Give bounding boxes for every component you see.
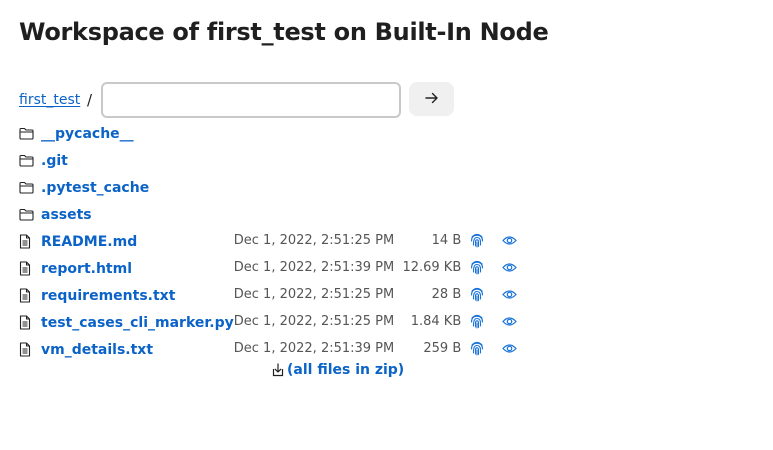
- page-title: Workspace of first_test on Built-In Node: [19, 18, 549, 46]
- folder-link[interactable]: .pytest_cache: [41, 180, 149, 196]
- modified-date: Dec 1, 2022, 2:51:39 PM: [233, 260, 395, 275]
- breadcrumb-separator: /: [87, 91, 93, 109]
- folder-row: .git: [19, 146, 525, 173]
- file-link[interactable]: requirements.txt: [41, 288, 175, 304]
- file-size: 14 B: [431, 233, 462, 248]
- folder-icon: [19, 200, 41, 227]
- file-row: README.md Dec 1, 2022, 2:51:25 PM 14 B: [19, 227, 525, 254]
- file-row: requirements.txt Dec 1, 2022, 2:51:25 PM 2…: [19, 281, 525, 308]
- path-input[interactable]: [101, 82, 401, 118]
- fingerprint-icon[interactable]: [470, 284, 484, 304]
- view-eye-icon[interactable]: [501, 312, 517, 332]
- breadcrumb-root-link[interactable]: first_test: [19, 92, 80, 108]
- go-button[interactable]: [409, 82, 454, 116]
- folder-link[interactable]: .git: [41, 153, 68, 169]
- download-all-zip-link[interactable]: (all files in zip): [271, 362, 404, 378]
- file-icon: [19, 281, 41, 308]
- folder-icon: [19, 173, 41, 200]
- file-link[interactable]: report.html: [41, 261, 132, 277]
- download-all-zip-label: (all files in zip): [287, 362, 405, 378]
- folder-icon: [19, 146, 41, 173]
- folder-row: assets: [19, 200, 525, 227]
- folder-link[interactable]: assets: [41, 207, 92, 223]
- folder-row: .pytest_cache: [19, 173, 525, 200]
- file-size: 12.69 KB: [402, 260, 462, 275]
- fingerprint-icon[interactable]: [470, 338, 484, 358]
- fingerprint-icon[interactable]: [470, 257, 484, 277]
- file-row: report.html Dec 1, 2022, 2:51:39 PM 12.69 …: [19, 254, 525, 281]
- folder-row: __pycache__: [19, 119, 525, 146]
- file-link[interactable]: test_cases_cli_marker.py: [41, 315, 234, 331]
- file-size: 259 B: [423, 341, 462, 356]
- file-listing: __pycache__ .git .pytest_cacheassets README…: [19, 119, 525, 362]
- modified-date: Dec 1, 2022, 2:51:25 PM: [233, 314, 395, 329]
- file-link[interactable]: README.md: [41, 234, 137, 250]
- download-icon: [271, 363, 285, 377]
- file-size: 1.84 KB: [410, 314, 462, 329]
- file-row: vm_details.txt Dec 1, 2022, 2:51:39 PM 259…: [19, 335, 525, 362]
- path-bar: first_test /: [19, 82, 459, 118]
- arrow-right-icon: [424, 92, 439, 107]
- modified-date: Dec 1, 2022, 2:51:39 PM: [233, 341, 395, 356]
- file-size: 28 B: [431, 287, 462, 302]
- modified-date: Dec 1, 2022, 2:51:25 PM: [233, 287, 395, 302]
- file-icon: [19, 335, 41, 362]
- view-eye-icon[interactable]: [501, 231, 517, 251]
- file-row: test_cases_cli_marker.py Dec 1, 2022, 2:5…: [19, 308, 525, 335]
- folder-icon: [19, 119, 41, 146]
- fingerprint-icon[interactable]: [470, 311, 484, 331]
- file-icon: [19, 254, 41, 281]
- folder-link[interactable]: __pycache__: [41, 126, 134, 142]
- file-icon: [19, 308, 41, 335]
- view-eye-icon[interactable]: [501, 285, 517, 305]
- view-eye-icon[interactable]: [501, 258, 517, 278]
- fingerprint-icon[interactable]: [470, 230, 484, 250]
- file-icon: [19, 227, 41, 254]
- modified-date: Dec 1, 2022, 2:51:25 PM: [233, 233, 395, 248]
- view-eye-icon[interactable]: [501, 339, 517, 359]
- file-link[interactable]: vm_details.txt: [41, 342, 153, 358]
